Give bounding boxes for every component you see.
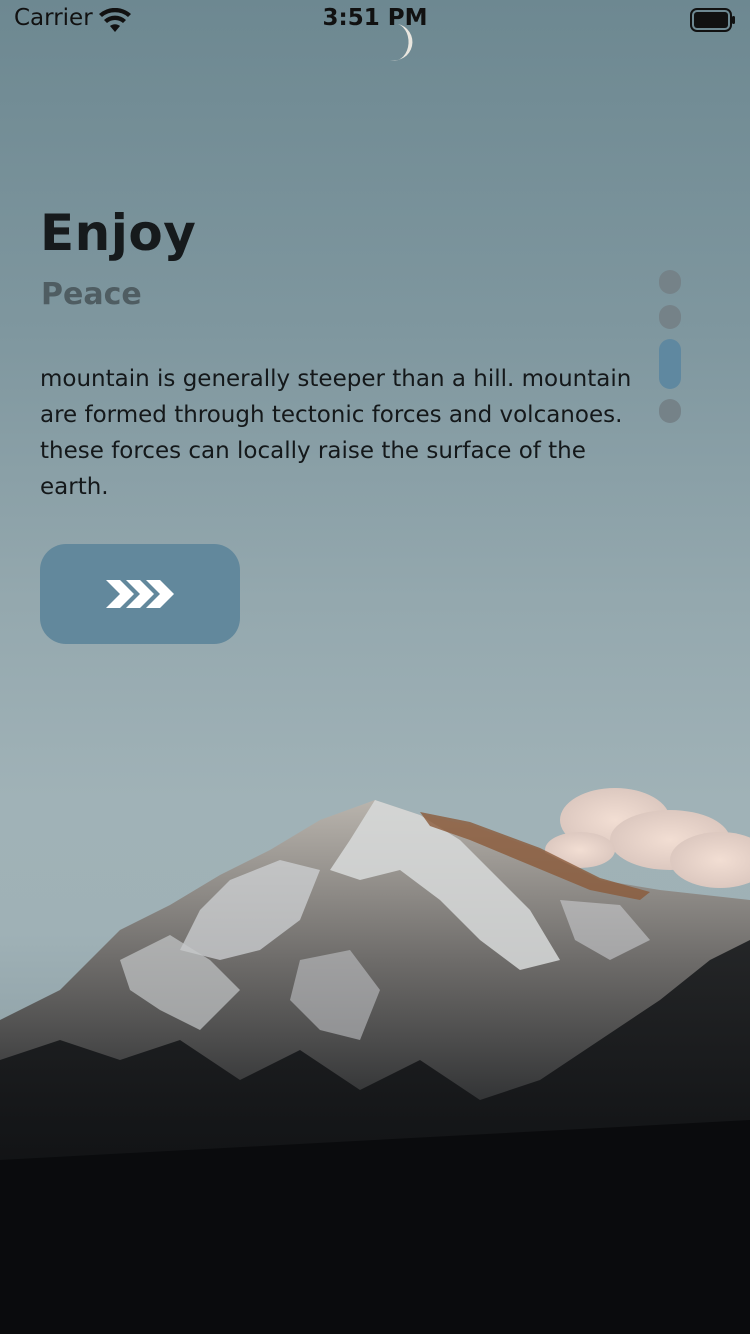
page-dot-1[interactable] (659, 270, 681, 294)
description-text: mountain is generally steeper than a hil… (40, 366, 632, 500)
onboarding-screen: Carrier 3:51 PM Enjoy Peace mountain is … (0, 0, 750, 1334)
battery-icon (690, 8, 735, 32)
next-button[interactable] (40, 544, 240, 644)
mountain-background-image (0, 24, 750, 1334)
status-bar: Carrier 3:51 PM (0, 0, 750, 40)
page-dot-2[interactable] (659, 305, 681, 329)
page-title: Enjoy (40, 204, 197, 262)
triple-chevron-right-icon (106, 580, 174, 608)
page-dot-3-active[interactable] (659, 339, 681, 389)
page-subtitle: Peace (41, 277, 142, 312)
page-dot-4[interactable] (659, 399, 681, 423)
status-time: 3:51 PM (322, 5, 428, 31)
